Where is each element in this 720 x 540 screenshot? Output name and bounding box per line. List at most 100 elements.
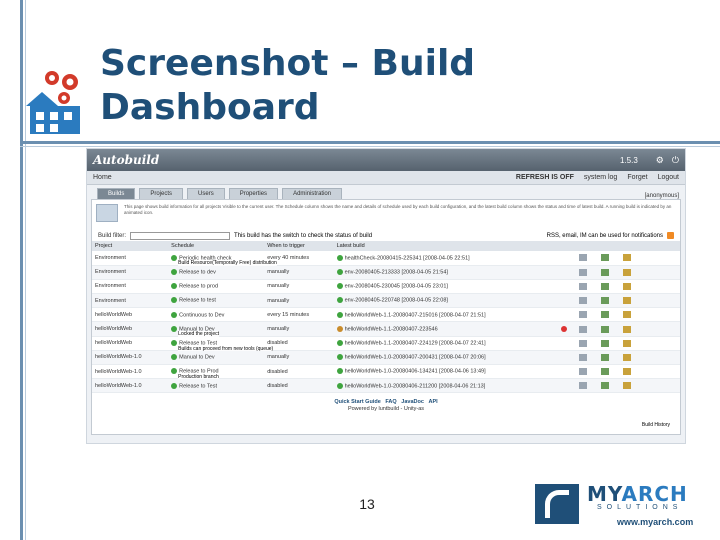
latest-build-cell[interactable]: helloWorldWeb-1.0-20080407-200431 [2008-… [333,350,559,366]
schedule-cell[interactable]: Continuous to Dev [168,307,265,323]
project-cell[interactable]: helloWorldWeb [92,307,169,323]
api-link[interactable]: API [429,399,438,405]
latest-build-label[interactable]: helloWorldWeb-1.1-20080407-215016 [2008-… [345,312,486,318]
build-settings-icon[interactable] [600,339,609,347]
col-trigger[interactable]: When to trigger [264,241,334,251]
trigger-build-icon[interactable] [578,325,587,333]
logout-icon[interactable]: ⏻ [672,155,679,166]
trigger-build-icon[interactable] [578,297,587,305]
tab-users[interactable]: Users [187,188,225,199]
build-history-icon[interactable] [622,254,631,262]
build-filter-input[interactable] [130,231,231,240]
build-history-icon[interactable] [622,339,631,347]
project-cell[interactable]: helloWorldWeb [92,336,169,351]
latest-build-cell[interactable]: env-20080405-220748 [2008-04-05 22:08] [333,293,559,309]
schedule-cell[interactable]: Manual to Dev [168,350,265,366]
tab-builds[interactable]: Builds [97,188,136,199]
build-settings-icon[interactable] [600,311,609,319]
trigger-build-icon[interactable] [578,268,587,276]
javadoc-link[interactable]: JavaDoc [401,399,424,405]
trigger-build-icon[interactable] [578,353,587,361]
project-cell[interactable]: helloWorldWeb-1.0 [92,350,169,366]
build-history-icon[interactable] [622,311,631,319]
trigger-build-icon[interactable] [578,311,587,319]
forget-link[interactable]: Forget [627,174,647,181]
build-settings-icon[interactable] [600,368,609,376]
tab-administration[interactable]: Administration [282,188,343,199]
project-cell[interactable]: Environment [92,279,169,295]
trigger-build-icon[interactable] [578,368,587,376]
tab-properties[interactable]: Properties [228,188,279,199]
system-log-link[interactable]: system log [584,174,617,181]
latest-build-cell[interactable]: helloWorldWeb-1.1-20080407-223546 [333,321,559,337]
latest-build-label[interactable]: healthCheck-20080415-225341 [2008-04-05 … [345,255,470,261]
build-history-icon[interactable] [622,268,631,276]
latest-build-cell[interactable]: helloWorldWeb-1.0-20080406-134241 [2008-… [333,364,559,380]
build-history-icon[interactable] [622,297,631,305]
status-cell [558,350,576,366]
build-settings-icon[interactable] [600,282,609,290]
col-project[interactable]: Project [92,241,169,251]
project-cell[interactable]: helloWorldWeb [92,321,169,337]
trigger-build-icon[interactable] [578,282,587,290]
latest-build-label[interactable]: helloWorldWeb-1.1-20080407-223546 [345,326,438,332]
schedule-cell[interactable]: Release to Prod Production branch [168,364,265,380]
latest-build-label[interactable]: helloWorldWeb-1.1-20080407-224129 [2008-… [345,340,486,346]
actions-cell [575,279,680,295]
build-settings-icon[interactable] [600,325,609,333]
latest-build-label[interactable]: env-20080405-213333 [2008-04-05 21:54] [345,270,448,276]
project-cell[interactable]: Environment [92,293,169,309]
build-settings-icon[interactable] [600,382,609,390]
build-settings-icon[interactable] [600,297,609,305]
latest-build-label[interactable]: helloWorldWeb-1.0-20080406-134241 [2008-… [345,369,486,375]
actions-cell [575,378,680,394]
preferences-icon[interactable]: ⚙ [656,155,664,166]
build-history-icon[interactable] [622,325,631,333]
quick-start-link[interactable]: Quick Start Guide [334,399,380,405]
schedule-cell[interactable]: Release to prod [168,279,265,295]
col-schedule[interactable]: Schedule [168,241,265,251]
schedule-cell[interactable]: Periodic health check Build Resource(Temp… [168,251,277,266]
latest-build-label[interactable]: helloWorldWeb-1.0-20080407-200431 [2008-… [345,355,486,361]
schedule-cell[interactable]: Release to dev [168,265,265,280]
latest-build-cell[interactable]: helloWorldWeb-1.1-20080407-224129 [2008-… [333,336,559,351]
stop-build-icon[interactable] [561,325,568,332]
latest-build-cell[interactable]: env-20080405-230045 [2008-04-05 23:01] [333,279,559,295]
col-latest-build[interactable]: Latest build [333,241,559,251]
build-history-icon[interactable] [622,368,631,376]
schedule-cell[interactable]: Manual to Dev Locked the project [168,321,265,338]
trigger-cell: disabled [264,378,334,394]
filter-label: Build filter: [98,232,127,239]
build-history-icon[interactable] [622,282,631,290]
trigger-build-icon[interactable] [578,382,587,390]
build-settings-icon[interactable] [600,254,609,262]
latest-build-label[interactable]: helloWorldWeb-1.0-20080406-211200 [2008-… [345,383,486,389]
home-link[interactable]: Home [93,174,506,181]
project-cell[interactable]: Environment [92,265,169,280]
logout-link[interactable]: Logout [658,174,679,181]
project-cell[interactable]: helloWorldWeb-1.0 [92,378,169,394]
latest-build-label[interactable]: env-20080405-230045 [2008-04-05 23:01] [345,284,448,290]
tab-projects[interactable]: Projects [139,188,184,199]
refresh-toggle[interactable]: REFRESH IS OFF [516,174,574,181]
latest-build-cell[interactable]: healthCheck-20080415-225341 [2008-04-05 … [333,251,559,266]
trigger-build-icon[interactable] [578,254,587,262]
latest-build-cell[interactable]: helloWorldWeb-1.1-20080407-215016 [2008-… [333,307,559,323]
trigger-cell: disabled [264,364,334,380]
build-history-icon[interactable] [622,353,631,361]
project-cell[interactable]: helloWorldWeb-1.0 [92,364,169,380]
build-settings-icon[interactable] [600,268,609,276]
latest-build-label[interactable]: env-20080405-220748 [2008-04-05 22:08] [345,298,448,304]
project-cell[interactable]: Environment [92,251,169,266]
latest-build-cell[interactable]: env-20080405-213333 [2008-04-05 21:54] [333,265,559,280]
rss-icon[interactable] [667,232,674,239]
latest-build-cell[interactable]: helloWorldWeb-1.0-20080406-211200 [2008-… [333,378,559,394]
table-row: helloWorldWeb-1.0 Manual to Dev manually he… [92,350,680,366]
schedule-cell[interactable]: Release to Test Builds can proceed from n… [168,336,274,352]
faq-link[interactable]: FAQ [385,399,396,405]
build-settings-icon[interactable] [600,353,609,361]
trigger-build-icon[interactable] [578,339,587,347]
build-history-icon[interactable] [622,382,631,390]
schedule-cell[interactable]: Release to test [168,293,265,309]
schedule-cell[interactable]: Release to Test [168,378,265,394]
